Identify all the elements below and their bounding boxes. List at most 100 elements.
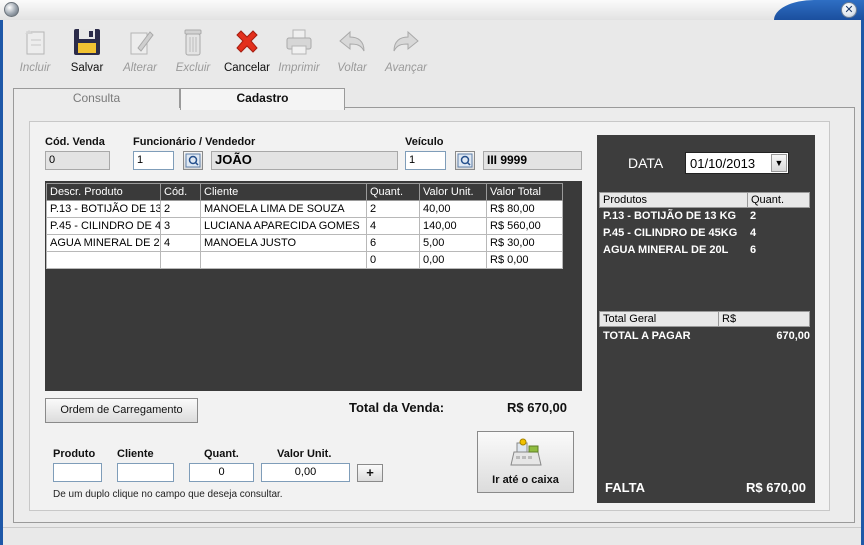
table-row[interactable]: 0 0,00 R$ 0,00 (46, 251, 563, 269)
grid-cell[interactable]: 2 (366, 200, 420, 218)
valor-unit-label: Valor Unit. (277, 448, 332, 460)
tab-consulta[interactable]: Consulta (13, 88, 180, 108)
grid-cell[interactable]: R$ 30,00 (486, 234, 563, 252)
toolbar-label: Avançar (385, 62, 427, 74)
search-icon (457, 153, 473, 168)
ir-ate-caixa-label: Ir até o caixa (492, 474, 559, 486)
edit-document-icon (124, 26, 156, 58)
table-row[interactable]: AGUA MINERAL DE 20 4 MANOELA JUSTO 6 5,0… (46, 234, 563, 252)
toolbar-incluir-button[interactable]: Incluir (10, 26, 60, 80)
add-item-button[interactable]: + (357, 464, 383, 482)
system-menu-icon[interactable] (4, 2, 19, 17)
veiculo-lookup-button[interactable] (455, 151, 475, 170)
funcionario-label: Funcionário / Vendedor (133, 136, 256, 148)
search-icon (185, 153, 201, 168)
items-grid[interactable]: Descr. Produto Cód. Cliente Quant. Valor… (46, 183, 563, 269)
grid-header-cell[interactable]: Quant. (366, 183, 420, 201)
summary-item-qty: 6 (750, 244, 757, 256)
produto-label: Produto (53, 448, 96, 460)
toolbar-avancar-button[interactable]: Avançar (380, 26, 432, 80)
funcionario-name-field: JOÃO (211, 151, 398, 170)
toolbar-excluir-button[interactable]: Excluir (170, 26, 216, 80)
grid-cell[interactable]: 4 (366, 217, 420, 235)
grid-cell[interactable]: P.45 - CILINDRO DE 45 (46, 217, 161, 235)
grid-cell[interactable] (200, 251, 367, 269)
funcionario-id-input[interactable]: 1 (133, 151, 174, 170)
printer-icon (283, 26, 315, 58)
grid-cell[interactable]: P.13 - BOTIJÃO DE 13 (46, 200, 161, 218)
back-arrow-icon (336, 26, 368, 58)
toolbar-label: Excluir (175, 62, 211, 74)
toolbar-salvar-button[interactable]: Salvar (64, 26, 110, 80)
total-pagar-value: 670,00 (776, 330, 810, 342)
veiculo-label: Veículo (405, 136, 444, 148)
valor-unit-input[interactable]: 0,00 (261, 463, 350, 482)
grid-cell[interactable]: 5,00 (419, 234, 487, 252)
grid-cell[interactable]: 0,00 (419, 251, 487, 269)
floppy-disk-icon (71, 26, 103, 58)
grid-cell[interactable]: 0 (366, 251, 420, 269)
forward-arrow-icon (390, 26, 422, 58)
toolbar-voltar-button[interactable]: Voltar (330, 26, 374, 80)
grid-cell[interactable] (46, 251, 161, 269)
grid-header-cell[interactable]: Descr. Produto (46, 183, 161, 201)
summary-item-qty: 4 (750, 227, 757, 239)
total-venda-value: R$ 670,00 (507, 400, 567, 415)
red-x-icon (231, 26, 263, 58)
produto-input[interactable] (53, 463, 102, 482)
close-button[interactable]: ✕ (841, 2, 857, 18)
cash-register-icon (509, 438, 542, 466)
new-document-icon (19, 26, 51, 58)
veiculo-plate-field: III 9999 (483, 151, 582, 170)
grid-cell[interactable]: R$ 0,00 (486, 251, 563, 269)
grid-cell[interactable]: 6 (366, 234, 420, 252)
grid-cell[interactable]: 4 (160, 234, 201, 252)
falta-value: R$ 670,00 (746, 480, 806, 495)
grid-cell[interactable] (160, 251, 201, 269)
ir-ate-caixa-button[interactable]: Ir até o caixa (477, 431, 574, 493)
trash-can-icon (177, 26, 209, 58)
cliente-label: Cliente (117, 448, 154, 460)
data-label: DATA (628, 155, 664, 171)
grid-header-cell[interactable]: Valor Unit. (419, 183, 487, 201)
quant-header: Quant. (747, 192, 810, 208)
cod-venda-field: 0 (45, 151, 110, 170)
cod-venda-label: Cód. Venda (45, 136, 105, 148)
grid-header-cell[interactable]: Cliente (200, 183, 367, 201)
grid-header-cell[interactable]: Cód. (160, 183, 201, 201)
grid-cell[interactable]: R$ 560,00 (486, 217, 563, 235)
rs-header: R$ (718, 311, 810, 327)
cliente-input[interactable] (117, 463, 174, 482)
table-row[interactable]: P.45 - CILINDRO DE 45 3 LUCIANA APARECID… (46, 217, 563, 235)
summary-item-name: P.13 - BOTIJÃO DE 13 KG (603, 210, 737, 222)
toolbar-cancelar-button[interactable]: Cancelar (222, 26, 272, 80)
grid-cell[interactable]: 2 (160, 200, 201, 218)
total-venda-label: Total da Venda: (349, 400, 445, 415)
toolbar-alterar-button[interactable]: Alterar (116, 26, 164, 80)
funcionario-lookup-button[interactable] (183, 151, 203, 170)
ordem-carregamento-button[interactable]: Ordem de Carregamento (45, 398, 198, 423)
grid-cell[interactable]: 140,00 (419, 217, 487, 235)
tab-cadastro[interactable]: Cadastro (180, 88, 345, 110)
grid-cell[interactable]: R$ 80,00 (486, 200, 563, 218)
toolbar-label: Salvar (70, 62, 104, 74)
grid-header-row: Descr. Produto Cód. Cliente Quant. Valor… (46, 183, 563, 201)
produtos-header: Produtos (599, 192, 748, 208)
falta-label: FALTA (605, 480, 645, 495)
grid-header-cell[interactable]: Valor Total (486, 183, 563, 201)
quant-label: Quant. (204, 448, 239, 460)
grid-cell[interactable]: MANOELA LIMA DE SOUZA (200, 200, 367, 218)
chevron-down-icon[interactable]: ▼ (771, 154, 787, 172)
grid-cell[interactable]: 3 (160, 217, 201, 235)
grid-cell[interactable]: MANOELA JUSTO (200, 234, 367, 252)
total-geral-header: Total Geral (599, 311, 719, 327)
grid-cell[interactable]: 40,00 (419, 200, 487, 218)
veiculo-id-input[interactable]: 1 (405, 151, 446, 170)
toolbar-imprimir-button[interactable]: Imprimir (274, 26, 324, 80)
grid-cell[interactable]: AGUA MINERAL DE 20 (46, 234, 161, 252)
grid-cell[interactable]: LUCIANA APARECIDA GOMES (200, 217, 367, 235)
date-select[interactable]: 01/10/2013 ▼ (685, 152, 789, 174)
table-row[interactable]: P.13 - BOTIJÃO DE 13 2 MANOELA LIMA DE S… (46, 200, 563, 218)
hint-text: De um duplo clique no campo que deseja c… (53, 489, 283, 500)
quant-input[interactable]: 0 (189, 463, 254, 482)
